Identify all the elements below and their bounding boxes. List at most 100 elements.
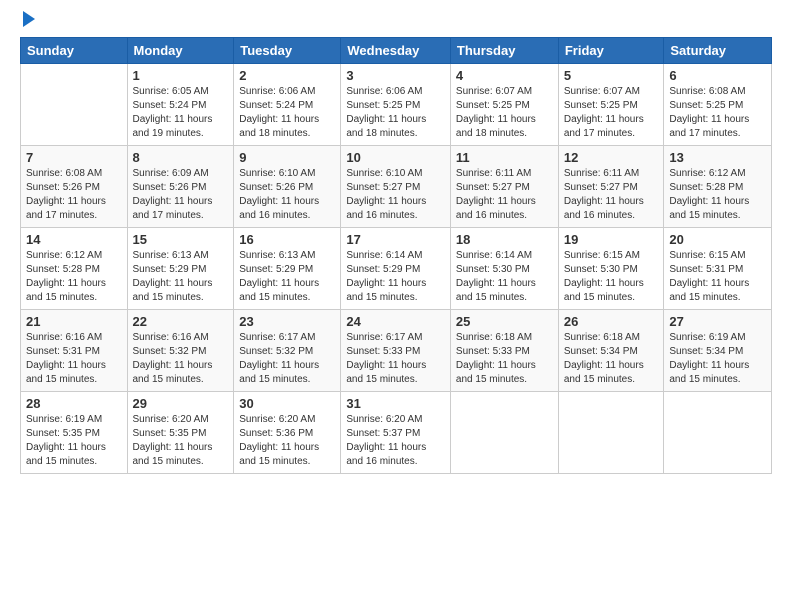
- sunset-text: Sunset: 5:27 PM: [564, 182, 638, 193]
- day-number: 26: [564, 314, 659, 329]
- sunset-text: Sunset: 5:25 PM: [564, 100, 638, 111]
- calendar-cell: 19 Sunrise: 6:15 AM Sunset: 5:30 PM Dayl…: [558, 228, 664, 310]
- calendar-header-friday: Friday: [558, 38, 664, 64]
- sunrise-text: Sunrise: 6:12 AM: [669, 168, 745, 179]
- calendar-week-row: 28 Sunrise: 6:19 AM Sunset: 5:35 PM Dayl…: [21, 392, 772, 474]
- day-number: 22: [133, 314, 229, 329]
- day-number: 8: [133, 150, 229, 165]
- sunset-text: Sunset: 5:24 PM: [239, 100, 313, 111]
- calendar-cell: 18 Sunrise: 6:14 AM Sunset: 5:30 PM Dayl…: [450, 228, 558, 310]
- sunset-text: Sunset: 5:37 PM: [346, 428, 420, 439]
- calendar-cell: 16 Sunrise: 6:13 AM Sunset: 5:29 PM Dayl…: [234, 228, 341, 310]
- calendar-header-saturday: Saturday: [664, 38, 772, 64]
- day-info: Sunrise: 6:18 AM Sunset: 5:34 PM Dayligh…: [564, 331, 659, 387]
- daylight-text: Daylight: 11 hours and 17 minutes.: [564, 114, 644, 139]
- day-number: 21: [26, 314, 122, 329]
- day-number: 18: [456, 232, 553, 247]
- sunset-text: Sunset: 5:31 PM: [26, 346, 100, 357]
- day-info: Sunrise: 6:06 AM Sunset: 5:25 PM Dayligh…: [346, 85, 445, 141]
- calendar-cell: 1 Sunrise: 6:05 AM Sunset: 5:24 PM Dayli…: [127, 64, 234, 146]
- day-number: 2: [239, 68, 335, 83]
- calendar-cell: 4 Sunrise: 6:07 AM Sunset: 5:25 PM Dayli…: [450, 64, 558, 146]
- day-number: 28: [26, 396, 122, 411]
- day-number: 27: [669, 314, 766, 329]
- daylight-text: Daylight: 11 hours and 15 minutes.: [346, 360, 426, 385]
- calendar-header-row: SundayMondayTuesdayWednesdayThursdayFrid…: [21, 38, 772, 64]
- sunset-text: Sunset: 5:29 PM: [346, 264, 420, 275]
- daylight-text: Daylight: 11 hours and 15 minutes.: [133, 278, 213, 303]
- day-number: 20: [669, 232, 766, 247]
- daylight-text: Daylight: 11 hours and 15 minutes.: [239, 442, 319, 467]
- day-number: 4: [456, 68, 553, 83]
- day-number: 14: [26, 232, 122, 247]
- sunrise-text: Sunrise: 6:16 AM: [133, 332, 209, 343]
- sunset-text: Sunset: 5:29 PM: [133, 264, 207, 275]
- calendar-cell: 17 Sunrise: 6:14 AM Sunset: 5:29 PM Dayl…: [341, 228, 451, 310]
- calendar-cell: 28 Sunrise: 6:19 AM Sunset: 5:35 PM Dayl…: [21, 392, 128, 474]
- daylight-text: Daylight: 11 hours and 15 minutes.: [26, 442, 106, 467]
- day-number: 29: [133, 396, 229, 411]
- sunrise-text: Sunrise: 6:08 AM: [26, 168, 102, 179]
- calendar-cell: 5 Sunrise: 6:07 AM Sunset: 5:25 PM Dayli…: [558, 64, 664, 146]
- calendar-week-row: 14 Sunrise: 6:12 AM Sunset: 5:28 PM Dayl…: [21, 228, 772, 310]
- calendar-cell: 23 Sunrise: 6:17 AM Sunset: 5:32 PM Dayl…: [234, 310, 341, 392]
- daylight-text: Daylight: 11 hours and 15 minutes.: [26, 360, 106, 385]
- calendar-cell: 7 Sunrise: 6:08 AM Sunset: 5:26 PM Dayli…: [21, 146, 128, 228]
- sunset-text: Sunset: 5:33 PM: [346, 346, 420, 357]
- daylight-text: Daylight: 11 hours and 15 minutes.: [669, 196, 749, 221]
- calendar-table: SundayMondayTuesdayWednesdayThursdayFrid…: [20, 37, 772, 474]
- sunset-text: Sunset: 5:32 PM: [133, 346, 207, 357]
- day-info: Sunrise: 6:05 AM Sunset: 5:24 PM Dayligh…: [133, 85, 229, 141]
- day-info: Sunrise: 6:17 AM Sunset: 5:32 PM Dayligh…: [239, 331, 335, 387]
- calendar-week-row: 21 Sunrise: 6:16 AM Sunset: 5:31 PM Dayl…: [21, 310, 772, 392]
- sunrise-text: Sunrise: 6:19 AM: [26, 414, 102, 425]
- day-info: Sunrise: 6:14 AM Sunset: 5:30 PM Dayligh…: [456, 249, 553, 305]
- sunset-text: Sunset: 5:33 PM: [456, 346, 530, 357]
- day-info: Sunrise: 6:13 AM Sunset: 5:29 PM Dayligh…: [239, 249, 335, 305]
- daylight-text: Daylight: 11 hours and 16 minutes.: [564, 196, 644, 221]
- daylight-text: Daylight: 11 hours and 15 minutes.: [239, 278, 319, 303]
- daylight-text: Daylight: 11 hours and 16 minutes.: [346, 196, 426, 221]
- calendar-cell: 29 Sunrise: 6:20 AM Sunset: 5:35 PM Dayl…: [127, 392, 234, 474]
- day-number: 7: [26, 150, 122, 165]
- day-info: Sunrise: 6:18 AM Sunset: 5:33 PM Dayligh…: [456, 331, 553, 387]
- daylight-text: Daylight: 11 hours and 15 minutes.: [669, 360, 749, 385]
- day-number: 11: [456, 150, 553, 165]
- day-number: 13: [669, 150, 766, 165]
- day-info: Sunrise: 6:13 AM Sunset: 5:29 PM Dayligh…: [133, 249, 229, 305]
- sunrise-text: Sunrise: 6:19 AM: [669, 332, 745, 343]
- calendar-cell: 20 Sunrise: 6:15 AM Sunset: 5:31 PM Dayl…: [664, 228, 772, 310]
- day-number: 24: [346, 314, 445, 329]
- day-info: Sunrise: 6:09 AM Sunset: 5:26 PM Dayligh…: [133, 167, 229, 223]
- sunrise-text: Sunrise: 6:18 AM: [456, 332, 532, 343]
- logo-arrow-icon: [23, 11, 35, 27]
- day-number: 15: [133, 232, 229, 247]
- sunrise-text: Sunrise: 6:06 AM: [346, 86, 422, 97]
- daylight-text: Daylight: 11 hours and 16 minutes.: [239, 196, 319, 221]
- sunrise-text: Sunrise: 6:12 AM: [26, 250, 102, 261]
- sunrise-text: Sunrise: 6:07 AM: [564, 86, 640, 97]
- day-number: 12: [564, 150, 659, 165]
- sunset-text: Sunset: 5:24 PM: [133, 100, 207, 111]
- day-info: Sunrise: 6:11 AM Sunset: 5:27 PM Dayligh…: [564, 167, 659, 223]
- day-info: Sunrise: 6:20 AM Sunset: 5:35 PM Dayligh…: [133, 413, 229, 469]
- calendar-cell: 6 Sunrise: 6:08 AM Sunset: 5:25 PM Dayli…: [664, 64, 772, 146]
- sunset-text: Sunset: 5:35 PM: [26, 428, 100, 439]
- calendar-cell: [664, 392, 772, 474]
- sunrise-text: Sunrise: 6:15 AM: [669, 250, 745, 261]
- day-info: Sunrise: 6:15 AM Sunset: 5:30 PM Dayligh…: [564, 249, 659, 305]
- day-number: 30: [239, 396, 335, 411]
- sunrise-text: Sunrise: 6:14 AM: [346, 250, 422, 261]
- sunrise-text: Sunrise: 6:08 AM: [669, 86, 745, 97]
- calendar-cell: 26 Sunrise: 6:18 AM Sunset: 5:34 PM Dayl…: [558, 310, 664, 392]
- sunset-text: Sunset: 5:34 PM: [669, 346, 743, 357]
- sunset-text: Sunset: 5:26 PM: [26, 182, 100, 193]
- day-info: Sunrise: 6:20 AM Sunset: 5:36 PM Dayligh…: [239, 413, 335, 469]
- day-info: Sunrise: 6:20 AM Sunset: 5:37 PM Dayligh…: [346, 413, 445, 469]
- calendar-cell: 25 Sunrise: 6:18 AM Sunset: 5:33 PM Dayl…: [450, 310, 558, 392]
- day-info: Sunrise: 6:16 AM Sunset: 5:32 PM Dayligh…: [133, 331, 229, 387]
- calendar-cell: 21 Sunrise: 6:16 AM Sunset: 5:31 PM Dayl…: [21, 310, 128, 392]
- calendar-week-row: 1 Sunrise: 6:05 AM Sunset: 5:24 PM Dayli…: [21, 64, 772, 146]
- sunset-text: Sunset: 5:29 PM: [239, 264, 313, 275]
- sunset-text: Sunset: 5:30 PM: [564, 264, 638, 275]
